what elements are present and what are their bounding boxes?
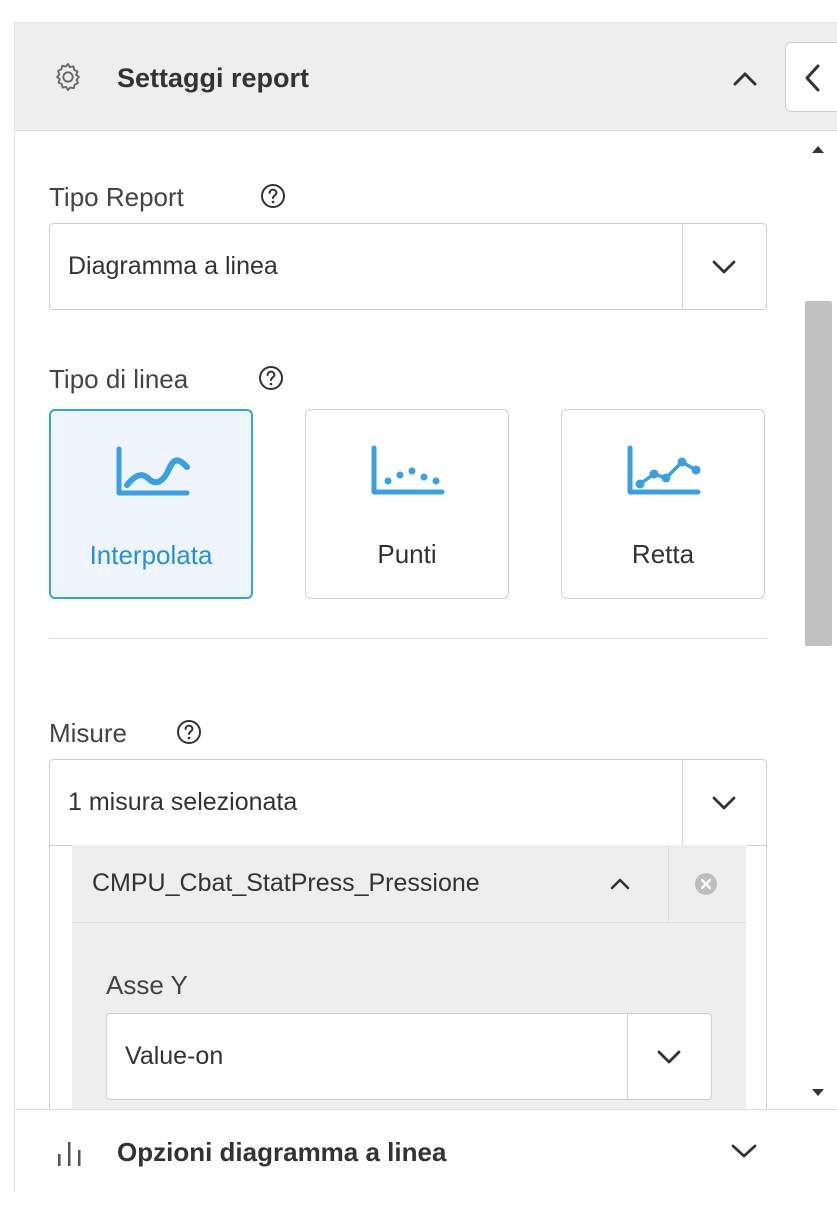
asse-y-select[interactable]: Value-on	[106, 1013, 712, 1100]
line-type-retta[interactable]: Retta	[561, 409, 765, 599]
line-type-label: Retta	[631, 539, 695, 569]
help-icon[interactable]	[259, 182, 287, 210]
chevron-left-icon	[805, 64, 820, 92]
header-separator	[668, 845, 669, 923]
panel-title: Settaggi report	[117, 63, 310, 93]
tipo-report-value: Diagramma a linea	[68, 252, 278, 280]
report-settings-header[interactable]: Settaggi report	[15, 23, 837, 131]
chevron-down-icon	[712, 796, 736, 809]
tipo-report-select[interactable]: Diagramma a linea	[49, 223, 767, 310]
scroll-up-arrow-icon[interactable]	[812, 146, 824, 153]
misure-label: Misure	[49, 718, 128, 748]
tipo-report-label: Tipo Report	[49, 182, 184, 212]
measure-item-header[interactable]: CMPU_Cbat_StatPress_Pressione	[72, 845, 746, 923]
remove-circle-icon[interactable]	[693, 871, 719, 897]
settings-content: Tipo Report Diagramma a linea Tipo di li…	[15, 131, 805, 1109]
selected-measures-list: CMPU_Cbat_StatPress_Pressione Asse Y Val…	[49, 821, 767, 1109]
asse-y-dropdown-toggle[interactable]	[627, 1014, 711, 1099]
straight-line-chart-icon	[627, 445, 701, 495]
dots-chart-icon	[371, 445, 445, 495]
measure-item: CMPU_Cbat_StatPress_Pressione Asse Y Val…	[72, 845, 746, 1109]
scroll-down-arrow-icon[interactable]	[812, 1089, 824, 1096]
scrollbar-thumb[interactable]	[805, 301, 832, 646]
tipo-report-dropdown-toggle[interactable]	[682, 224, 766, 309]
line-type-label: Punti	[377, 539, 437, 569]
measure-name: CMPU_Cbat_StatPress_Pressione	[92, 869, 480, 897]
gear-icon	[56, 63, 80, 91]
tipo-linea-label: Tipo di linea	[49, 364, 189, 394]
help-icon[interactable]	[175, 718, 203, 746]
chevron-down-icon[interactable]	[727, 1140, 761, 1162]
chevron-down-icon	[657, 1050, 681, 1063]
smooth-line-chart-icon	[116, 446, 190, 496]
collapse-panel-button[interactable]	[785, 42, 837, 112]
section-divider	[49, 638, 767, 639]
vertical-scrollbar[interactable]	[805, 131, 837, 1109]
help-icon[interactable]	[257, 364, 285, 392]
report-settings-panel: Settaggi report Tipo Report Diagramma a …	[14, 22, 837, 1193]
chevron-up-icon[interactable]	[725, 59, 765, 99]
line-type-interpolata[interactable]: Interpolata	[49, 409, 253, 599]
asse-y-label: Asse Y	[106, 970, 188, 1000]
line-type-punti[interactable]: Punti	[305, 409, 509, 599]
bar-chart-icon	[58, 1142, 81, 1166]
chevron-up-icon[interactable]	[606, 873, 634, 893]
line-type-label: Interpolata	[89, 540, 213, 570]
line-chart-options-title: Opzioni diagramma a linea	[117, 1137, 447, 1167]
misure-value: 1 misura selezionata	[68, 788, 298, 816]
asse-y-value: Value-on	[125, 1042, 224, 1070]
chevron-down-icon	[712, 260, 736, 273]
line-chart-options-section[interactable]: Opzioni diagramma a linea	[15, 1109, 837, 1193]
